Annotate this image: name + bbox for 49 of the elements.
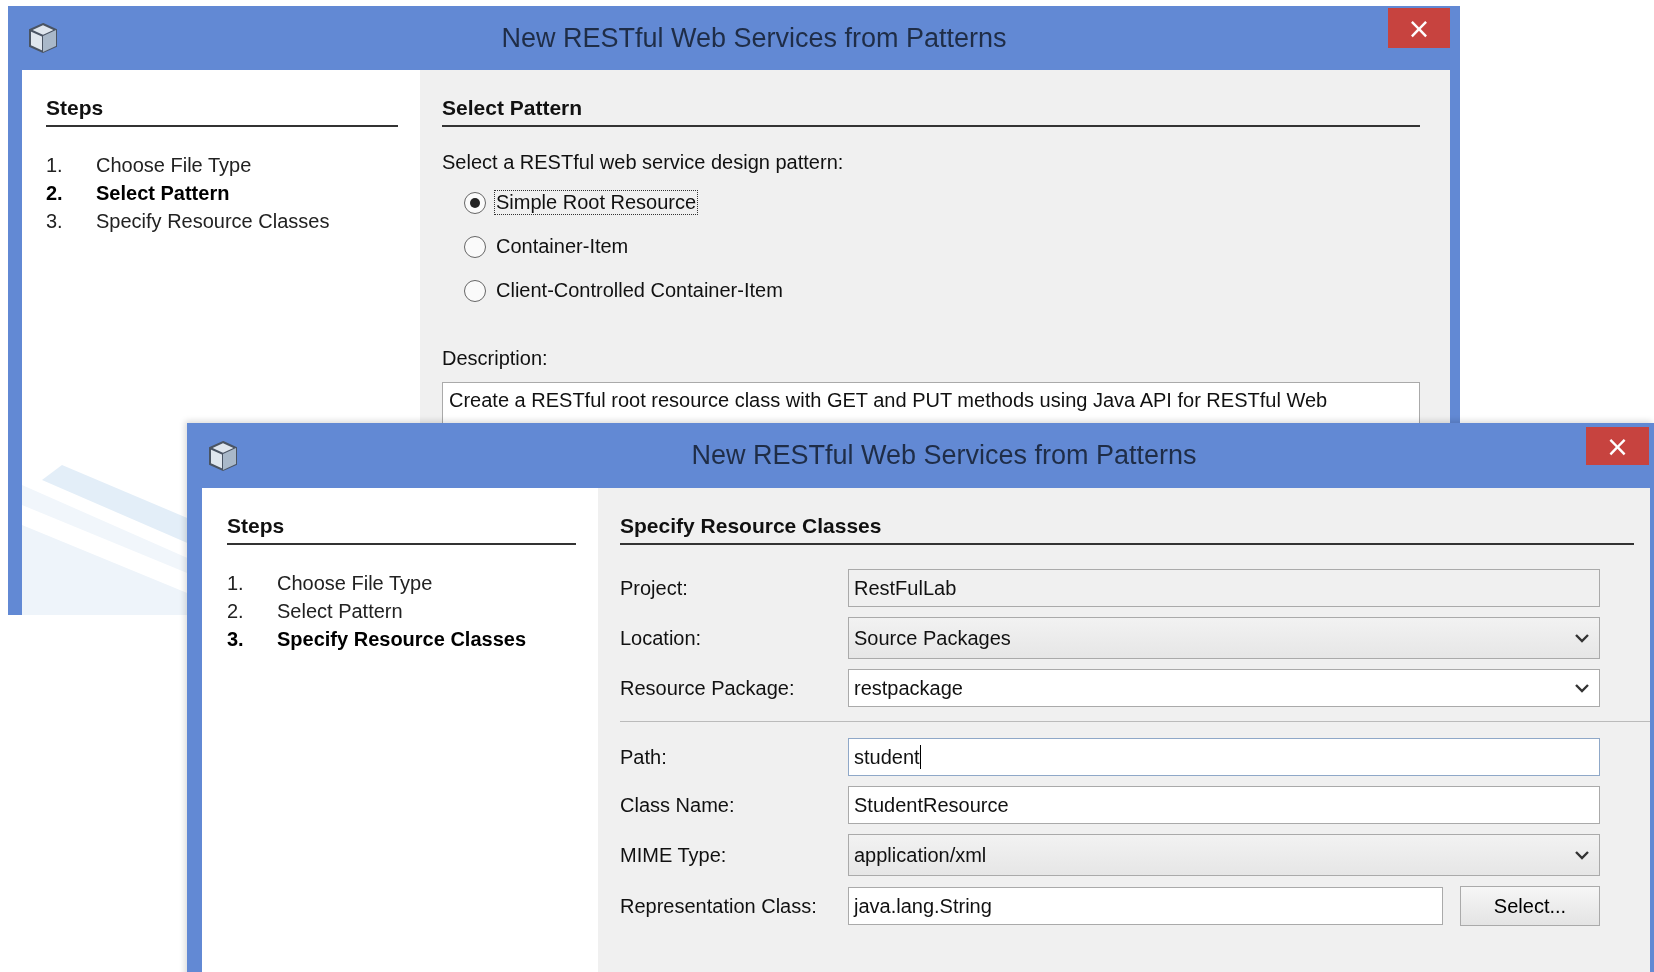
step-label: Specify Resource Classes bbox=[277, 627, 527, 652]
steps-heading: Steps bbox=[46, 96, 398, 127]
field-label: Path: bbox=[620, 745, 668, 769]
window-title: New RESTful Web Services from Patterns bbox=[501, 22, 1007, 54]
prompt-text: Select a RESTful web service design pattern: bbox=[442, 151, 845, 174]
step-number: 3. bbox=[46, 209, 64, 234]
close-button[interactable]: × bbox=[1388, 8, 1450, 48]
field-label: Project: bbox=[620, 576, 689, 600]
chevron-down-icon bbox=[1574, 633, 1590, 643]
radio-button[interactable] bbox=[464, 235, 486, 258]
step-number: 3. bbox=[227, 627, 245, 652]
step-number: 2. bbox=[46, 181, 64, 206]
radio-button[interactable] bbox=[464, 191, 486, 214]
select-button[interactable]: Select... bbox=[1460, 886, 1600, 926]
combo-box[interactable]: restpackage bbox=[848, 669, 1600, 707]
cube-icon bbox=[208, 439, 238, 472]
radio-button[interactable] bbox=[464, 279, 486, 302]
panel-heading: Specify Resource Classes bbox=[620, 514, 1634, 545]
input-field[interactable]: java.lang.String bbox=[848, 887, 1443, 925]
chevron-down-icon bbox=[1574, 850, 1590, 860]
field-label: Class Name: bbox=[620, 793, 736, 817]
field-label: MIME Type: bbox=[620, 843, 728, 867]
radio-label[interactable]: Container-Item bbox=[494, 234, 631, 259]
input-field[interactable]: RestFulLab bbox=[848, 569, 1600, 607]
step-label: Select Pattern bbox=[96, 181, 230, 206]
input-field[interactable]: student bbox=[848, 738, 1600, 776]
description-text: Create a RESTful root resource class with GET and PUT methods using Java API for RESTful Web bbox=[449, 389, 1329, 412]
close-button[interactable]: × bbox=[1586, 427, 1649, 465]
panel-heading: Select Pattern bbox=[442, 96, 1420, 127]
chevron-down-icon bbox=[1574, 683, 1590, 693]
input-field[interactable]: StudentResource bbox=[848, 786, 1600, 824]
step-number: 1. bbox=[227, 571, 245, 596]
dropdown[interactable]: Source Packages bbox=[848, 617, 1600, 659]
field-label: Location: bbox=[620, 626, 703, 650]
step-label: Choose File Type bbox=[96, 153, 252, 178]
description-label: Description: bbox=[442, 347, 549, 370]
dropdown[interactable]: application/xml bbox=[848, 834, 1600, 876]
step-label: Select Pattern bbox=[277, 599, 403, 624]
step-label: Specify Resource Classes bbox=[96, 209, 330, 234]
cube-icon bbox=[28, 22, 58, 54]
step-number: 2. bbox=[227, 599, 245, 624]
step-number: 1. bbox=[46, 153, 64, 178]
window-title: New RESTful Web Services from Patterns bbox=[691, 440, 1197, 471]
field-label: Resource Package: bbox=[620, 676, 796, 700]
radio-label[interactable]: Simple Root Resource bbox=[494, 190, 699, 215]
radio-label[interactable]: Client-Controlled Container-Item bbox=[494, 278, 785, 303]
steps-heading: Steps bbox=[227, 514, 576, 545]
step-label: Choose File Type bbox=[277, 571, 433, 596]
field-label: Representation Class: bbox=[620, 894, 818, 918]
